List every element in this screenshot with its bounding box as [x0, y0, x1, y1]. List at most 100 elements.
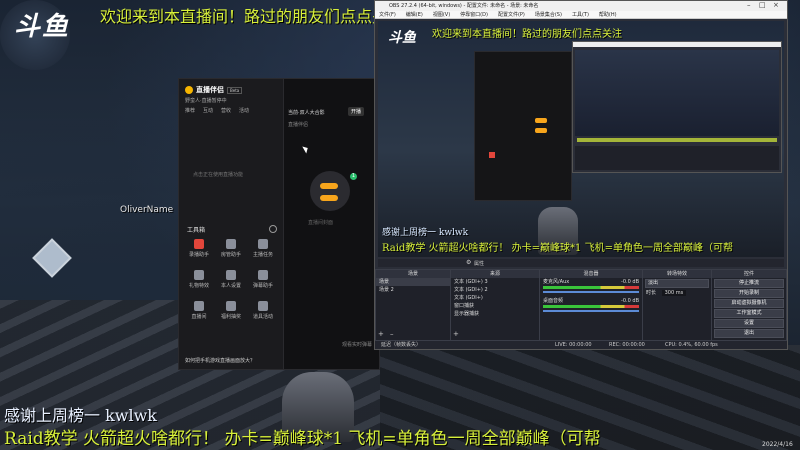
controls-dock: 控件 停止推流 开始录制 启动虚拟摄像机 工作室模式 设置 退出 [711, 269, 787, 341]
toolbox-title: 工具箱 [187, 227, 206, 234]
dropped-frames: 延迟（帧数丢失） [381, 342, 422, 348]
room-icon [194, 301, 204, 311]
mixer-channel-name: 桌面音频 [543, 298, 564, 304]
toolbox-close-icon[interactable] [269, 225, 277, 233]
gear-icon[interactable]: ⚙ [466, 259, 471, 266]
tab-revenue[interactable]: 营收 [221, 107, 231, 114]
volume-slider[interactable] [543, 291, 639, 293]
duration-input[interactable]: 300 ms [661, 290, 687, 296]
source-list-item[interactable]: 窗口捕获 [451, 302, 539, 310]
companion-badge: Beta [227, 86, 243, 94]
settings-button[interactable]: 设置 [714, 319, 784, 328]
start-recording-button[interactable]: 开始录制 [714, 289, 784, 298]
preview-nested-docks [575, 146, 779, 170]
studio-mode-button[interactable]: 工作室模式 [714, 309, 784, 318]
tool-settings[interactable]: 本人设置 [217, 270, 245, 289]
player-tag: OliverName [120, 205, 174, 215]
exit-button[interactable]: 退出 [714, 329, 784, 338]
menu-help[interactable]: 帮助(H) [599, 11, 617, 18]
toolbox-grid: 录播助手 房管助手 主播任务 礼物特效 本人设置 弹幕助手 直播间 福利抽奖 道… [185, 239, 281, 320]
transitions-dock: 转场特效 淡出 时长 300 ms [642, 269, 712, 341]
obs-titlebar: OBS 27.2.4 (64-bit, windows) - 配置文件: 未命名… [375, 1, 787, 11]
tool-room-admin[interactable]: 房管助手 [217, 239, 245, 258]
danmaku-icon [258, 270, 268, 280]
mixer-channel: 麦克风/Aux -0.0 dB [540, 278, 642, 286]
companion-logo-icon [185, 86, 193, 94]
sources-dock-title: 来源 [451, 270, 539, 278]
douyu-logo: 斗鱼 [14, 12, 71, 42]
source-list-item[interactable]: 文本 (GDI+) 3 [451, 278, 539, 286]
stop-streaming-button[interactable]: 停止推流 [714, 279, 784, 288]
obs-title: OBS 27.2.4 (64-bit, windows) - 配置文件: 未命名… [389, 3, 539, 9]
live-button[interactable]: 开播 [348, 107, 365, 116]
menu-edit[interactable]: 编辑(E) [406, 11, 423, 18]
properties-button[interactable]: 属性 [474, 260, 484, 267]
maximize-icon[interactable]: □ [759, 1, 766, 9]
preview-douyu-logo: 斗鱼 [388, 30, 416, 46]
preview-scene-item [535, 118, 547, 123]
companion-header-text: 野蛮人·直播暂停中 [185, 98, 227, 104]
source-list-item[interactable]: 显示器捕获 [451, 310, 539, 318]
menu-tools[interactable]: 工具(T) [572, 11, 589, 18]
cpu-usage: CPU: 0.4%, 60.00 fps [665, 342, 718, 348]
scene-item-2[interactable] [320, 195, 338, 201]
tab-recommend[interactable]: 推荐 [185, 107, 195, 114]
minimize-icon[interactable]: – [747, 1, 751, 9]
mixer-channel-level: -0.0 dB [621, 298, 639, 304]
companion-header: 直播伴侣 Beta [185, 85, 243, 95]
obs-window: OBS 27.2.4 (64-bit, windows) - 配置文件: 未命名… [374, 0, 788, 350]
preview-promo: Raid教学 火箭超火啥都行！ 办卡=巅峰球*1 飞机=单角色一周全部巅峰（可帮 [382, 243, 733, 254]
preview-thanks: 感谢上周榜一 kwlwk [382, 228, 469, 238]
transition-select[interactable]: 淡出 [645, 279, 709, 288]
admin-icon [226, 239, 236, 249]
mixer-dock-title: 混音器 [540, 270, 642, 278]
live-timer: LIVE: 00:00:00 [555, 342, 592, 348]
props-icon [258, 301, 268, 311]
obs-menubar: 文件(F) 编辑(E) 视图(V) 停靠窗口(D) 配置文件(P) 场景集合(S… [375, 11, 787, 19]
tool-record[interactable]: 录播助手 [185, 239, 213, 258]
scene-list-item[interactable]: 场景 [376, 278, 450, 286]
companion-title: 直播伴侣 [196, 86, 224, 94]
add-source-button[interactable]: + [453, 330, 459, 338]
mixer-channel-level: -0.0 dB [621, 279, 639, 285]
tool-room[interactable]: 直播间 [185, 301, 213, 320]
tool-lottery[interactable]: 福利抽奖 [217, 301, 245, 320]
companion-tabs: 推荐 互动 营收 活动 [185, 107, 249, 114]
tab-activity[interactable]: 活动 [239, 107, 249, 114]
remove-scene-button[interactable]: – [390, 330, 394, 338]
tool-props[interactable]: 道具活动 [249, 301, 277, 320]
menu-docks[interactable]: 停靠窗口(D) [460, 11, 488, 18]
tab-interact[interactable]: 互动 [203, 107, 213, 114]
scenes-dock: 场景 场景 场景 2 + – [375, 269, 451, 341]
right-panel-label: 直播伴侣 [288, 122, 309, 128]
chat-label[interactable]: 观看实时弹幕 [342, 341, 372, 348]
tool-gift-effect[interactable]: 礼物特效 [185, 270, 213, 289]
menu-view[interactable]: 视图(V) [433, 11, 450, 18]
companion-footer[interactable]: 如何把手机游戏直播画面放大？ [185, 357, 255, 364]
mixer-channel-name: 麦克风/Aux [543, 279, 570, 285]
scene-preview-circle [310, 171, 350, 211]
virtual-camera-button[interactable]: 启动虚拟摄像机 [714, 299, 784, 308]
volume-slider[interactable] [543, 310, 639, 312]
menu-scene-collection[interactable]: 场景集合(S) [535, 11, 562, 18]
scenes-dock-title: 场景 [376, 270, 450, 278]
tool-danmaku[interactable]: 弹幕助手 [249, 270, 277, 289]
source-list-item[interactable]: 文本 (GDI+) 2 [451, 286, 539, 294]
scene-list-item[interactable]: 场景 2 [376, 286, 450, 294]
transitions-dock-title: 转场特效 [643, 270, 711, 278]
menu-profile[interactable]: 配置文件(P) [498, 11, 525, 18]
companion-app-window: 直播伴侣 Beta 野蛮人·直播暂停中 推荐 互动 营收 活动 点击正在使用直播… [178, 78, 380, 370]
companion-status-text: 点击正在使用直播功能 [193, 172, 244, 178]
menu-file[interactable]: 文件(F) [379, 11, 396, 18]
gift-icon [194, 270, 204, 280]
source-list-item[interactable]: 文本 (GDI+) [451, 294, 539, 302]
audio-meter [543, 305, 639, 308]
obs-preview[interactable]: 斗鱼 欢迎来到本直播间！路过的朋友们点点关注 感谢上周榜一 kwlwk Raid… [378, 21, 784, 257]
source-toolbar: ⚙ 属性 [378, 259, 784, 267]
close-icon[interactable]: × [773, 1, 779, 9]
scene-item-1[interactable] [320, 183, 338, 189]
audio-meter [543, 286, 639, 289]
companion-main: 当前·双人大合影 开播 直播伴侣 1 直播间封面 观看实时弹幕 [284, 79, 379, 369]
add-scene-button[interactable]: + [378, 330, 384, 338]
tool-tasks[interactable]: 主播任务 [249, 239, 277, 258]
